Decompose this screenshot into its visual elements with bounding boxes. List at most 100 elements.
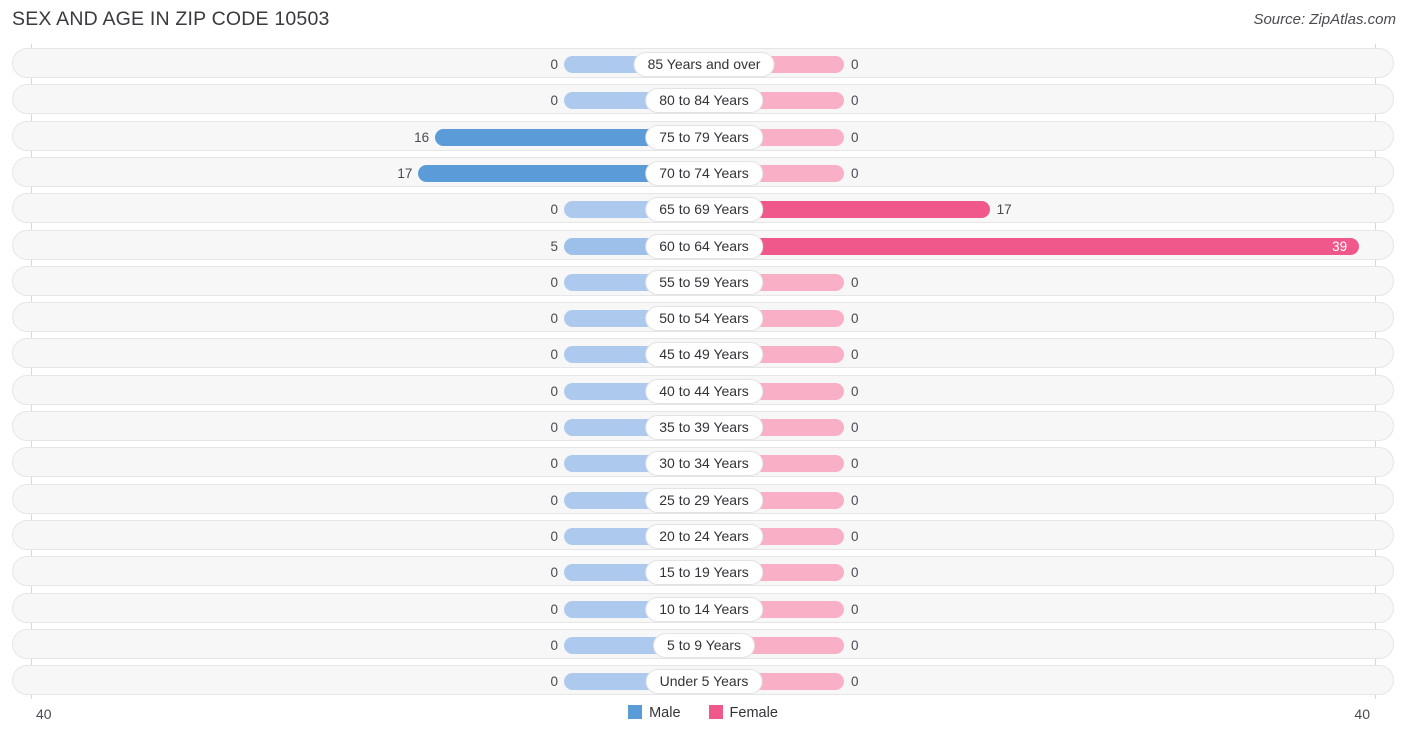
value-label-male: 0 xyxy=(550,492,558,508)
value-label-male: 5 xyxy=(550,238,558,254)
category-label: 40 to 44 Years xyxy=(645,378,763,404)
category-label: 80 to 84 Years xyxy=(645,88,763,114)
table-row: 0 0 Under 5 Years xyxy=(12,665,1395,696)
table-row: 16 0 75 to 79 Years xyxy=(12,120,1395,152)
category-label: 5 to 9 Years xyxy=(653,632,755,658)
category-label: 10 to 14 Years xyxy=(645,596,763,622)
category-label: 65 to 69 Years xyxy=(645,197,763,223)
row-inner: 0 0 45 to 49 Years xyxy=(13,339,1395,369)
value-label-male: 0 xyxy=(550,57,558,72)
table-row: 0 0 10 to 14 Years xyxy=(12,592,1395,624)
category-label: 15 to 19 Years xyxy=(645,560,763,586)
value-label-male: 0 xyxy=(550,674,558,690)
category-label: Under 5 Years xyxy=(645,669,763,695)
value-label-male: 16 xyxy=(414,129,430,145)
value-label-male: 0 xyxy=(550,274,558,290)
chart-legend: Male Female xyxy=(0,705,1406,721)
category-label: 55 to 59 Years xyxy=(645,269,763,295)
table-row: 0 0 20 to 24 Years xyxy=(12,519,1395,551)
row-inner: 17 0 70 to 74 Years xyxy=(13,158,1395,188)
table-row: 0 0 80 to 84 Years xyxy=(12,84,1395,115)
category-label: 75 to 79 Years xyxy=(645,124,763,150)
value-label-female: 0 xyxy=(851,637,859,653)
bar-female[interactable] xyxy=(704,237,1360,255)
table-row: 0 0 55 to 59 Years xyxy=(12,265,1395,297)
table-row: 0 0 15 to 19 Years xyxy=(12,556,1395,587)
table-row: 0 0 45 to 49 Years xyxy=(12,338,1395,369)
row-inner: 0 0 50 to 54 Years xyxy=(13,303,1395,333)
chart-plot-area: 0 0 85 Years and over 0 0 80 to 84 Years 16 0 75… xyxy=(0,44,1406,699)
value-label-male: 0 xyxy=(550,565,558,581)
legend-item-female[interactable]: Female xyxy=(708,705,778,721)
value-label-female: 0 xyxy=(851,57,859,72)
row-inner: 0 0 30 to 34 Years xyxy=(13,448,1395,478)
table-row: 0 0 85 Years and over xyxy=(12,48,1394,78)
row-inner: 0 0 10 to 14 Years xyxy=(13,594,1395,624)
row-inner: 5 39 60 to 64 Years xyxy=(13,231,1395,261)
category-label: 30 to 34 Years xyxy=(645,451,763,477)
value-label-female: 0 xyxy=(851,456,859,472)
row-inner: 0 0 85 Years and over xyxy=(13,49,1395,79)
row-inner: 0 0 80 to 84 Years xyxy=(13,85,1395,115)
row-inner: 0 17 65 to 69 Years xyxy=(13,194,1395,224)
chart-footer: 40 40 Male Female xyxy=(0,700,1406,739)
table-row: 0 0 35 to 39 Years xyxy=(12,411,1394,441)
value-label-male: 0 xyxy=(550,311,558,327)
value-label-female: 0 xyxy=(851,420,859,435)
value-label-female: 39 xyxy=(1332,238,1348,254)
legend-item-male[interactable]: Male xyxy=(628,705,681,722)
value-label-female: 0 xyxy=(851,674,859,690)
value-label-female: 0 xyxy=(851,601,859,617)
value-label-female: 0 xyxy=(851,383,859,399)
legend-label: Male xyxy=(649,705,681,722)
value-label-female: 0 xyxy=(851,565,859,581)
value-label-female: 0 xyxy=(851,528,859,544)
row-inner: 0 0 15 to 19 Years xyxy=(13,557,1395,587)
row-inner: 0 0 35 to 39 Years xyxy=(13,412,1395,442)
value-label-male: 0 xyxy=(550,347,558,363)
category-label: 20 to 24 Years xyxy=(645,523,763,549)
table-row: 17 0 70 to 74 Years xyxy=(12,156,1395,188)
row-inner: 0 0 20 to 24 Years xyxy=(13,521,1395,551)
value-label-male: 0 xyxy=(550,456,558,472)
category-label: 45 to 49 Years xyxy=(645,342,763,368)
value-label-female: 0 xyxy=(851,274,859,290)
row-inner: 0 0 55 to 59 Years xyxy=(13,267,1395,297)
value-label-female: 0 xyxy=(851,93,859,109)
source-label: Source: ZipAtlas.com xyxy=(1253,11,1396,28)
table-row: 5 39 60 to 64 Years xyxy=(12,229,1395,261)
table-row: 0 0 50 to 54 Years xyxy=(12,302,1395,333)
table-row: 0 0 40 to 44 Years xyxy=(12,374,1395,406)
value-label-female: 0 xyxy=(851,165,859,181)
category-label: 85 Years and over xyxy=(633,52,775,77)
row-inner: 0 0 5 to 9 Years xyxy=(13,630,1395,660)
row-inner: 0 0 25 to 29 Years xyxy=(13,485,1395,515)
legend-swatch-icon xyxy=(628,705,643,719)
value-label-female: 0 xyxy=(851,347,859,363)
value-label-female: 0 xyxy=(851,129,859,145)
value-label-male: 0 xyxy=(550,637,558,653)
value-label-male: 17 xyxy=(397,165,413,181)
table-row: 0 0 5 to 9 Years xyxy=(12,628,1395,660)
page-title: SEX AND AGE IN ZIP CODE 10503 xyxy=(12,8,330,30)
table-row: 0 0 30 to 34 Years xyxy=(12,447,1395,478)
category-label: 25 to 29 Years xyxy=(645,487,763,513)
value-label-male: 0 xyxy=(550,528,558,544)
category-label: 60 to 64 Years xyxy=(645,233,763,259)
category-label: 70 to 74 Years xyxy=(645,160,763,186)
chart-header: SEX AND AGE IN ZIP CODE 10503 Source: Zi… xyxy=(0,0,1406,42)
value-label-male: 0 xyxy=(550,601,558,617)
value-label-male: 0 xyxy=(550,383,558,399)
value-label-male: 0 xyxy=(550,202,558,218)
category-label: 50 to 54 Years xyxy=(645,306,763,332)
category-label: 35 to 39 Years xyxy=(645,415,763,440)
table-row: 0 17 65 to 69 Years xyxy=(12,193,1395,224)
row-inner: 16 0 75 to 79 Years xyxy=(13,122,1395,152)
value-label-male: 0 xyxy=(550,93,558,109)
value-label-female: 17 xyxy=(996,202,1012,218)
row-inner: 0 0 Under 5 Years xyxy=(13,666,1395,696)
table-row: 0 0 25 to 29 Years xyxy=(12,483,1395,515)
value-label-female: 0 xyxy=(851,492,859,508)
row-inner: 0 0 40 to 44 Years xyxy=(13,376,1395,406)
legend-swatch-icon xyxy=(708,705,723,719)
